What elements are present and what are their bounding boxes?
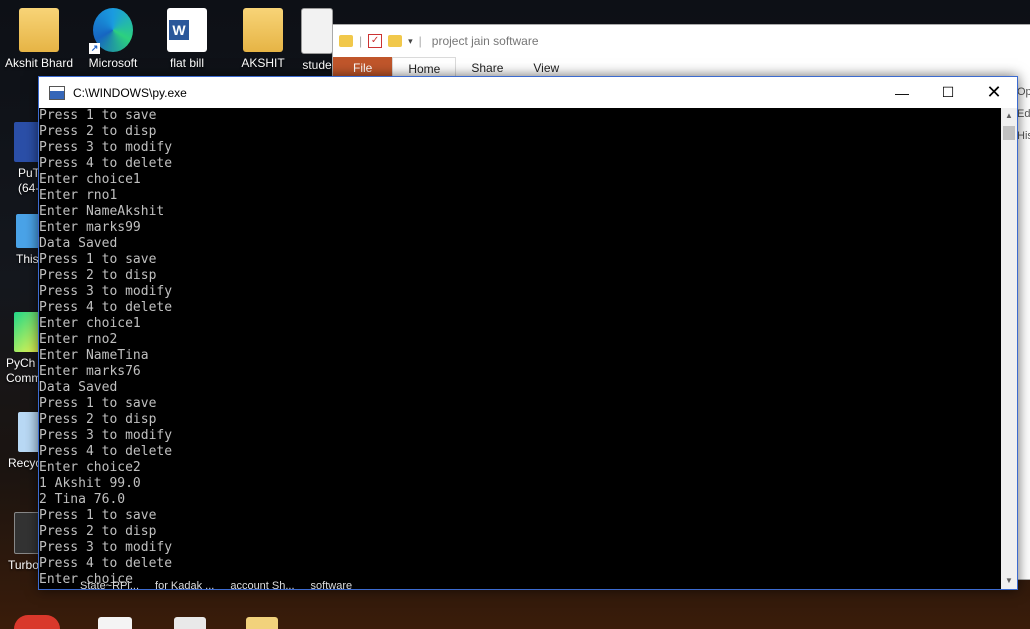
desktop-icon-label: flat bill — [169, 56, 204, 70]
scroll-down-arrow-icon[interactable]: ▼ — [1001, 573, 1017, 589]
explorer-ribbon-edge: Op Edi His — [1017, 81, 1030, 147]
console-line: Press 3 to modify — [39, 140, 173, 155]
desktop-icon-label: PuT (64- — [18, 166, 40, 195]
console-line: Enter marks76 — [39, 364, 141, 379]
desktop-icon-microsoft-edge[interactable]: ↗ Microsoft — [78, 8, 148, 71]
console-line: Enter choice1 — [39, 316, 141, 331]
console-line: 2 Tina 76.0 — [39, 492, 126, 507]
console-line: Press 4 to delete — [39, 444, 173, 459]
toolbar-separator: | — [418, 34, 422, 48]
desktop-icon-recycle-bin[interactable]: Recyc — [8, 412, 42, 470]
desktop-icon-label: PyCh Comm — [6, 356, 42, 385]
ribbon-edit-label[interactable]: Edi — [1017, 103, 1030, 125]
console-line: Enter NameTina — [39, 348, 149, 363]
explorer-title: project jain software — [431, 34, 539, 48]
spreadsheet-icon[interactable] — [174, 617, 206, 629]
console-line: Press 1 to save — [39, 108, 157, 123]
console-window[interactable]: C:\WINDOWS\py.exe — ☐ ✕ Press 1 to save P… — [38, 76, 1018, 590]
folder-icon[interactable] — [246, 617, 278, 629]
desktop-icon-flat-bill[interactable]: flat bill — [152, 8, 222, 71]
properties-check-icon[interactable]: ✓ — [368, 34, 383, 48]
edge-icon: ↗ — [89, 8, 133, 54]
close-button[interactable]: ✕ — [971, 77, 1017, 108]
new-folder-icon[interactable] — [388, 35, 403, 47]
folder-icon[interactable] — [339, 35, 353, 47]
console-line: Press 4 to delete — [39, 556, 173, 571]
ribbon-open-label[interactable]: Op — [1017, 81, 1030, 103]
desktop-icon-label: Akshit Bhard — [4, 56, 74, 70]
toolbar-separator: | — [359, 34, 363, 48]
ribbon-history-label[interactable]: His — [1017, 125, 1030, 147]
desktop-icon-label[interactable]: account Sh... — [230, 580, 294, 592]
scroll-thumb[interactable] — [1003, 126, 1015, 140]
console-line: Enter rno1 — [39, 188, 118, 203]
console-line: Press 1 to save — [39, 508, 157, 523]
console-titlebar[interactable]: C:\WINDOWS\py.exe — ☐ ✕ — [39, 77, 1017, 108]
console-scrollbar[interactable]: ▲ ▼ — [1001, 108, 1017, 589]
desktop-icon-label[interactable]: software — [311, 580, 353, 592]
console-line: Press 3 to modify — [39, 428, 173, 443]
console-line: Press 4 to delete — [39, 300, 173, 315]
document-icon — [301, 8, 333, 54]
console-line: Data Saved — [39, 236, 118, 251]
console-line: Data Saved — [39, 380, 118, 395]
maximize-button[interactable]: ☐ — [925, 77, 971, 108]
console-lines: Press 1 to save Press 2 to disp Press 3 to… — [39, 108, 1001, 588]
console-app-icon — [49, 85, 65, 100]
word-doc-icon — [167, 8, 207, 52]
shortcut-arrow-icon: ↗ — [89, 43, 100, 54]
desktop-icon-label: Recyc — [8, 456, 42, 470]
console-line: Press 2 to disp — [39, 524, 157, 539]
desktop-bottom-labels: State~RPi... for Kadak ... account Sh...… — [80, 580, 380, 592]
console-line: Enter NameAkshit — [39, 204, 165, 219]
desktop-icon-label[interactable]: for Kadak ... — [155, 580, 214, 592]
console-line: Press 3 to modify — [39, 540, 173, 555]
console-line: Enter choice2 — [39, 460, 141, 475]
minimize-button[interactable]: — — [879, 77, 925, 108]
console-line: Press 4 to delete — [39, 156, 173, 171]
scroll-up-arrow-icon[interactable]: ▲ — [1001, 108, 1017, 124]
chrome-icon[interactable] — [14, 615, 60, 629]
console-line: Press 1 to save — [39, 252, 157, 267]
console-line: Enter choice1 — [39, 172, 141, 187]
console-line: 1 Akshit 99.0 — [39, 476, 141, 491]
desktop-icon-label[interactable]: State~RPi... — [80, 580, 139, 592]
console-line: Press 2 to disp — [39, 124, 157, 139]
desktop-icon-label: Microsoft — [88, 56, 138, 70]
desktop-icon-turbo[interactable]: Turbo — [8, 512, 42, 572]
customize-toolbar-chevron-icon[interactable]: ▾ — [408, 36, 413, 47]
console-line: Press 2 to disp — [39, 268, 157, 283]
document-icon[interactable] — [98, 617, 132, 629]
folder-icon — [243, 8, 283, 52]
desktop-icon-akshit-folder[interactable]: AKSHIT — [228, 8, 298, 71]
console-line: Press 3 to modify — [39, 284, 173, 299]
desktop-icon-label: Turbo — [8, 558, 39, 572]
console-title: C:\WINDOWS\py.exe — [73, 85, 187, 100]
desktop-icon-akshit-bhard[interactable]: Akshit Bhard — [4, 8, 74, 71]
console-line: Enter rno2 — [39, 332, 118, 347]
desktop-icon-label: AKSHIT — [241, 56, 285, 70]
console-line: Enter marks99 — [39, 220, 141, 235]
user-folder-icon — [19, 8, 59, 52]
console-line: Press 1 to save — [39, 396, 157, 411]
console-line: Press 2 to disp — [39, 412, 157, 427]
console-output[interactable]: Press 1 to save Press 2 to disp Press 3 to… — [39, 108, 1001, 589]
quick-access-toolbar: | ✓ ▾ | project jain software — [333, 25, 1030, 57]
